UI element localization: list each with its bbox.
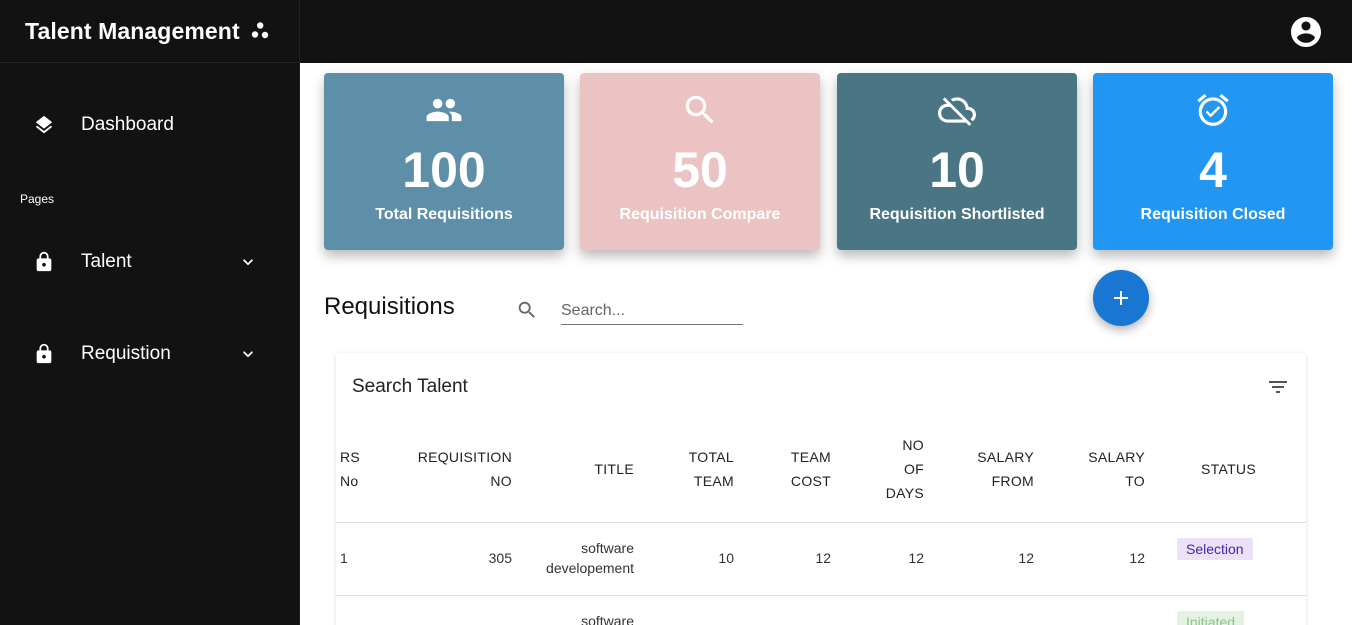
stat-label: Total Requisitions <box>375 206 513 223</box>
status-badge: Selection <box>1177 538 1253 560</box>
column-header[interactable]: SALARY FROM <box>964 445 1034 493</box>
column-header[interactable]: REQUISITION NO <box>402 445 512 493</box>
sidebar: Talent Management Dashboard Pages Talent… <box>0 0 300 625</box>
stat-card-requisition-compare[interactable]: 50 Requisition Compare <box>580 73 820 250</box>
table-cell: software <box>581 613 634 625</box>
panel-title: Search Talent <box>352 376 468 397</box>
layers-icon <box>35 115 53 134</box>
chevron-down-icon[interactable] <box>238 344 258 364</box>
search-talent-panel: Search Talent RS No REQUISITION NO TITLE… <box>336 353 1306 625</box>
column-header[interactable]: TITLE <box>536 457 634 481</box>
stat-card-requisition-closed[interactable]: 4 Requisition Closed <box>1093 73 1333 250</box>
column-header[interactable]: STATUS <box>1186 457 1271 481</box>
lock-icon <box>36 343 52 364</box>
brand: Talent Management <box>0 0 299 63</box>
chevron-down-icon[interactable] <box>238 252 258 272</box>
plus-icon <box>1114 291 1128 305</box>
requisitions-title: Requisitions <box>324 293 455 320</box>
lock-icon <box>36 251 52 272</box>
stat-card-requisition-shortlisted[interactable]: 10 Requisition Shortlisted <box>837 73 1077 250</box>
column-header[interactable]: TOTAL TEAM <box>666 445 734 493</box>
sidebar-item-label: Requistion <box>81 343 171 364</box>
account-circle-icon[interactable] <box>1288 14 1324 50</box>
topbar <box>300 0 1352 63</box>
section-label-pages: Pages <box>20 192 55 206</box>
search-icon <box>518 301 535 318</box>
sidebar-item-dashboard[interactable]: Dashboard <box>0 101 300 149</box>
column-header[interactable]: SALARY TO <box>1076 445 1145 493</box>
divider <box>336 595 1306 596</box>
table-cell: 12 <box>1018 550 1034 566</box>
stat-value: 4 <box>1199 142 1227 198</box>
column-header[interactable]: NO OF DAYS <box>881 433 924 505</box>
bubble-chart-icon <box>251 22 268 39</box>
search-icon <box>685 95 714 124</box>
stat-value: 10 <box>929 142 985 198</box>
sidebar-item-label: Talent <box>81 251 132 272</box>
divider <box>336 522 1306 523</box>
stat-card-total-requisitions[interactable]: 100 Total Requisitions <box>324 73 564 250</box>
table-cell: 12 <box>1129 550 1145 566</box>
stat-label: Requisition Closed <box>1140 206 1286 223</box>
stat-label: Requisition Shortlisted <box>869 206 1045 223</box>
table-cell: 1 <box>340 550 348 566</box>
table-cell: 12 <box>908 550 924 566</box>
stat-value: 100 <box>402 142 486 198</box>
table-cell: 10 <box>718 550 734 566</box>
column-header[interactable]: TEAM COST <box>766 445 831 493</box>
sidebar-item-talent[interactable]: Talent <box>0 238 300 286</box>
stat-value: 50 <box>672 142 728 198</box>
column-header[interactable]: RS No <box>340 445 380 493</box>
cloud-off-icon <box>938 97 976 126</box>
app-title: Talent Management <box>25 17 240 44</box>
table-cell: 12 <box>815 550 831 566</box>
table-cell: 305 <box>488 550 512 566</box>
search-input[interactable] <box>561 297 743 325</box>
filter-list-icon[interactable] <box>1266 375 1290 399</box>
table-cell: software developement <box>546 540 634 576</box>
add-requisition-button[interactable] <box>1093 270 1149 326</box>
sidebar-item-label: Dashboard <box>81 114 174 135</box>
alarm-on-icon <box>1197 93 1229 126</box>
group-icon <box>426 98 462 122</box>
stat-label: Requisition Compare <box>619 206 781 223</box>
sidebar-item-requistion[interactable]: Requistion <box>0 330 300 378</box>
status-badge: Initiated <box>1177 611 1245 625</box>
